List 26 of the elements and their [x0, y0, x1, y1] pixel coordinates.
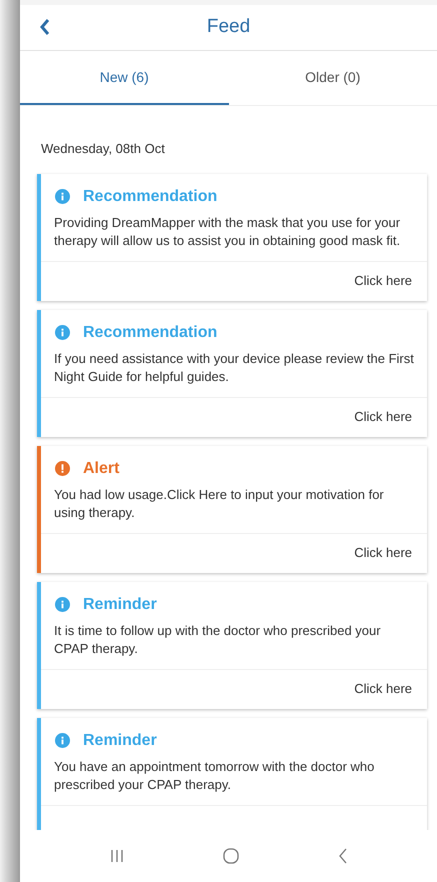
card-title: Reminder — [83, 730, 157, 750]
click-here-link[interactable]: Click here — [354, 543, 412, 563]
click-here-link[interactable]: Click here — [354, 271, 412, 291]
click-here-link[interactable]: Click here — [354, 407, 412, 427]
date-heading: Wednesday, 08th Oct — [40, 140, 166, 158]
click-here-link[interactable]: Click here — [354, 679, 412, 699]
recent-apps-icon[interactable] — [110, 849, 124, 863]
card-message: You had low usage.Click Here to input your motivation for using therapy. — [53, 486, 385, 522]
alert-icon — [55, 461, 70, 476]
card-title: Alert — [83, 458, 120, 478]
home-icon[interactable] — [222, 848, 238, 864]
info-icon — [55, 325, 70, 340]
tab[interactable]: Older (0) — [228, 51, 437, 105]
card-title: Reminder — [83, 594, 157, 614]
back-icon[interactable] — [38, 17, 52, 37]
card-title: Recommendation — [83, 322, 218, 342]
card-message: You have an appointment tomorrow with the doctor who prescribed your CPAP therapy. — [53, 758, 376, 794]
card-message: Providing DreamMapper with the mask that you use for your therapy will allow us to assist you in obtaining good mask fit. — [53, 214, 402, 250]
card-title: Recommendation — [83, 186, 218, 206]
back-icon[interactable] — [338, 848, 348, 864]
info-icon — [55, 733, 70, 748]
card-message: It is time to follow up with the doctor who prescribed your CPAP therapy. — [53, 622, 382, 658]
card-message: If you need assistance with your device please review the First Night Guide for helpful guides. — [53, 350, 415, 386]
page-title: Feed — [206, 15, 250, 40]
info-icon — [55, 597, 70, 612]
info-icon — [55, 189, 70, 204]
